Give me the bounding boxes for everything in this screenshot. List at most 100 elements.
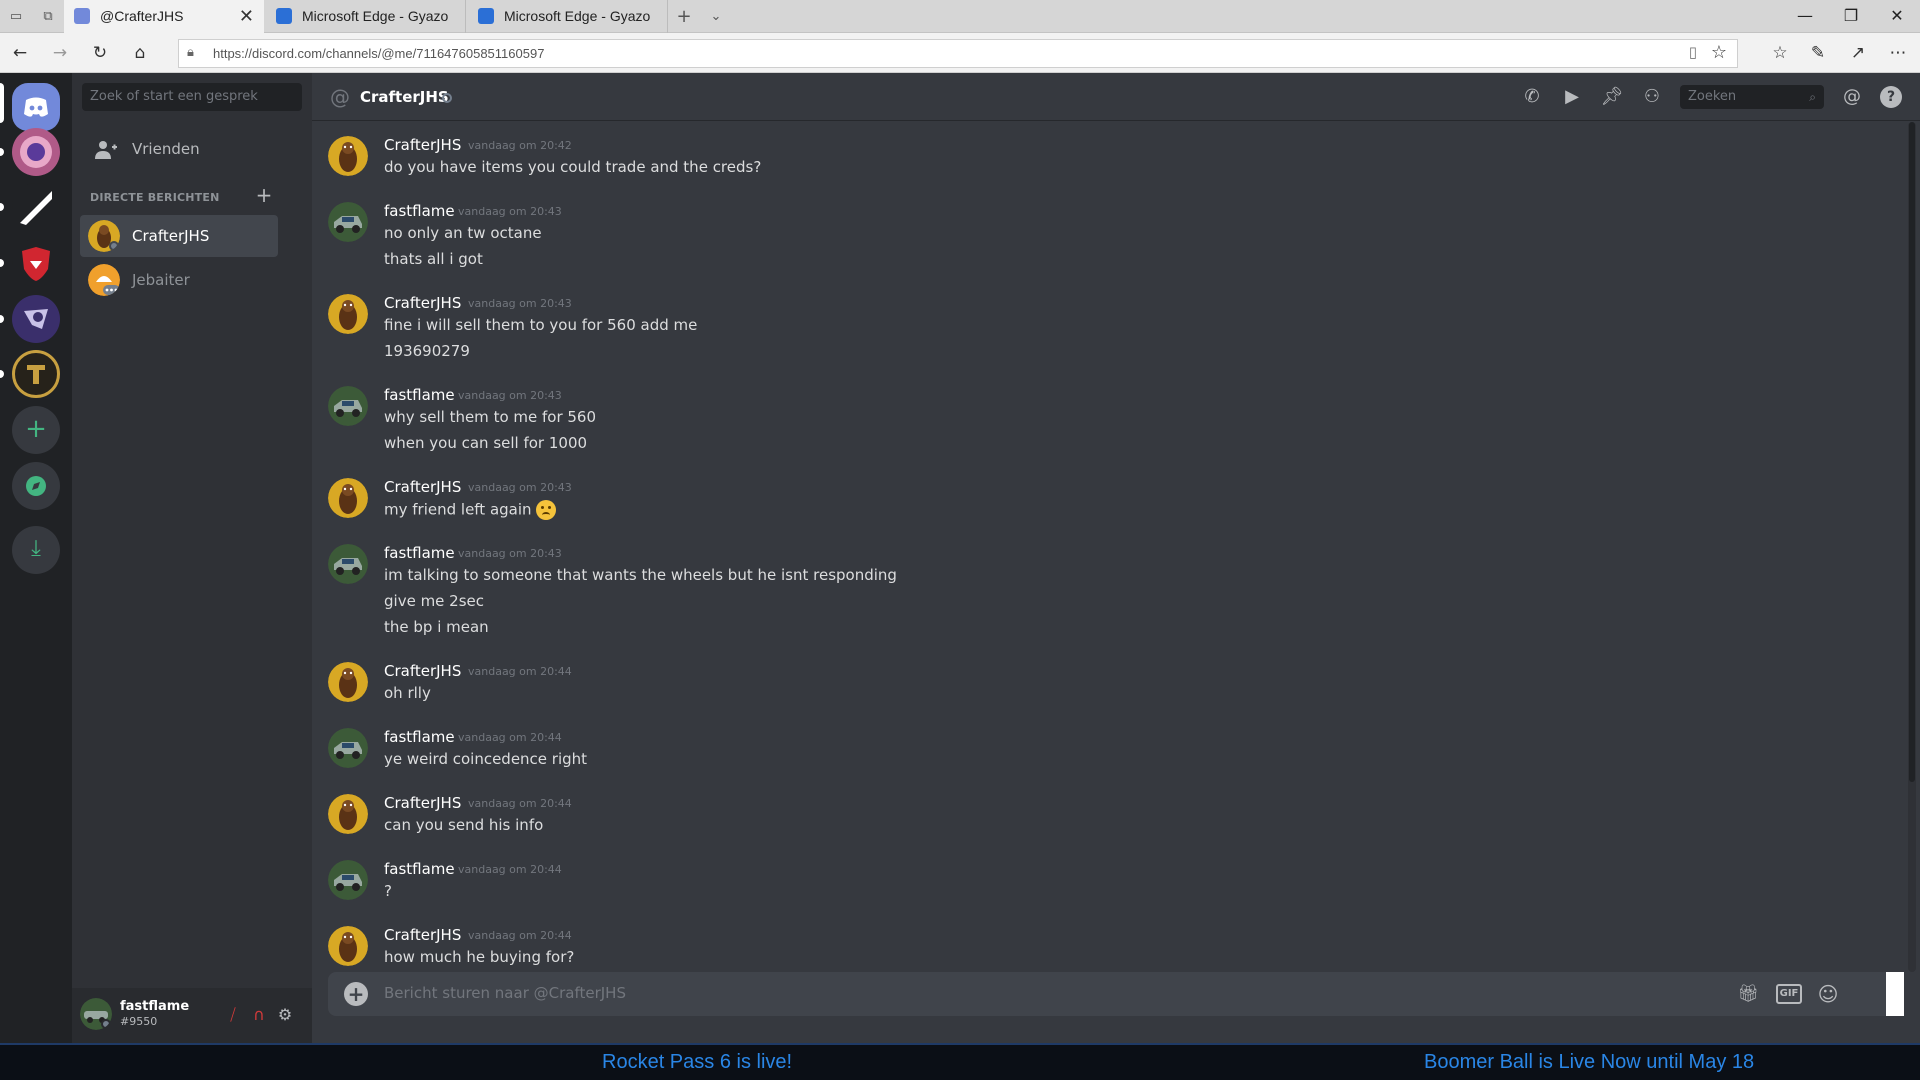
more-icon[interactable]: ⋯	[1886, 41, 1910, 65]
video-icon[interactable]: ▶	[1560, 85, 1584, 109]
message-timestamp: vandaag om 20:44	[468, 665, 572, 678]
discord-home-icon[interactable]	[12, 83, 60, 131]
tab-gyazo-1[interactable]: Microsoft Edge - Gyazo	[266, 0, 466, 33]
author-avatar[interactable]	[328, 728, 368, 768]
dm-item-crafterjhs[interactable]: CrafterJHS	[80, 215, 278, 257]
explore-icon[interactable]	[12, 462, 60, 510]
emoji-picker-icon[interactable]: ☺	[1816, 982, 1840, 1006]
author-avatar[interactable]	[328, 202, 368, 242]
pen-icon[interactable]: ✎	[1806, 41, 1830, 65]
tab-gyazo-2[interactable]: Microsoft Edge - Gyazo	[468, 0, 668, 33]
tab-aside-icon[interactable]: ⧉	[38, 7, 58, 27]
server-red-shield-icon[interactable]	[12, 239, 60, 287]
message-timestamp: vandaag om 20:43	[468, 481, 572, 494]
author-name[interactable]: fastflame	[384, 728, 455, 746]
message-timestamp: vandaag om 20:44	[468, 929, 572, 942]
dm-item-jebaiter[interactable]: Jebaiter	[80, 259, 278, 301]
composer-placeholder[interactable]: Bericht sturen naar @CrafterJHS	[384, 984, 626, 1002]
author-name[interactable]: fastflame	[384, 544, 455, 562]
dm-search-input[interactable]: Zoek of start een gesprek	[82, 83, 302, 111]
add-server-icon[interactable]: +	[12, 406, 60, 454]
favorite-icon[interactable]: ☆	[1711, 42, 1727, 63]
deafen-icon[interactable]: ∩	[248, 1004, 270, 1026]
offline-status-icon	[442, 93, 452, 103]
browser-nav-bar: ← → ↻ ⌂ 🔒︎ https://discord.com/channels/…	[0, 33, 1920, 73]
mute-mic-icon[interactable]: ⧸	[222, 1004, 244, 1026]
author-avatar[interactable]	[328, 926, 368, 966]
mention-icon[interactable]: @	[1840, 85, 1864, 109]
tab-label: @CrafterJHS	[100, 8, 184, 24]
author-avatar[interactable]	[328, 544, 368, 584]
user-name: fastflame	[120, 999, 190, 1014]
author-name[interactable]: fastflame	[384, 386, 455, 404]
close-tab-icon[interactable]: ✕	[239, 0, 254, 32]
pin-icon[interactable]: 📌︎	[1600, 85, 1624, 109]
server-gold-t-icon[interactable]	[12, 350, 60, 398]
server-white-arrow-icon[interactable]	[12, 183, 60, 231]
favorites-hub-icon[interactable]: ☆	[1768, 41, 1792, 65]
tab-preview-icon[interactable]: ▭	[6, 7, 26, 27]
channel-search-input[interactable]: Zoeken ⌕	[1680, 85, 1824, 109]
dm-sidebar: Zoek of start een gesprek Vrienden DIREC…	[72, 73, 312, 1043]
forward-icon[interactable]: →	[48, 41, 72, 65]
message-scrollbar-thumb[interactable]	[1909, 122, 1915, 782]
author-name[interactable]: fastflame	[384, 860, 455, 878]
message-text: no only an tw octane	[384, 224, 542, 242]
add-friend-icon[interactable]: ⚇	[1640, 85, 1664, 109]
tab-list-icon[interactable]: ⌄	[706, 7, 726, 27]
minimize-icon[interactable]: —	[1782, 0, 1828, 33]
message-line: how much he buying for?	[384, 948, 575, 966]
frowning-face-emoji-icon	[535, 500, 556, 520]
author-name[interactable]: CrafterJHS	[384, 794, 461, 812]
author-name[interactable]: CrafterJHS	[384, 478, 461, 496]
back-icon[interactable]: ←	[8, 41, 32, 65]
channel-title: CrafterJHS	[360, 88, 449, 106]
author-name[interactable]: CrafterJHS	[384, 662, 461, 680]
message-text: 193690279	[384, 342, 470, 360]
create-dm-icon[interactable]: +	[252, 183, 276, 207]
author-name[interactable]: CrafterJHS	[384, 294, 461, 312]
address-bar[interactable]: 🔒︎ https://discord.com/channels/@me/7116…	[178, 39, 1738, 68]
message-line: do you have items you could trade and th…	[384, 158, 762, 176]
message-text: ?	[384, 882, 392, 900]
author-avatar[interactable]	[328, 794, 368, 834]
author-avatar[interactable]	[328, 294, 368, 334]
help-icon[interactable]: ?	[1880, 86, 1902, 108]
author-avatar[interactable]	[328, 860, 368, 900]
user-panel: fastflame #9550 ⧸ ∩ ⚙	[72, 988, 312, 1043]
home-icon[interactable]: ⌂	[128, 41, 152, 65]
call-icon[interactable]: ✆	[1520, 85, 1544, 109]
refresh-icon[interactable]: ↻	[88, 41, 112, 65]
new-tab-icon[interactable]: +	[674, 7, 694, 27]
composer-scrollbar[interactable]	[1886, 972, 1904, 1016]
upload-plus-icon[interactable]: +	[344, 982, 368, 1006]
message-timestamp: vandaag om 20:43	[458, 547, 562, 560]
settings-gear-icon[interactable]: ⚙	[274, 1004, 296, 1026]
tab-crafterjhs[interactable]: @CrafterJHS ✕	[64, 0, 264, 33]
download-icon[interactable]: ⤓	[12, 526, 60, 574]
gif-button[interactable]: GIF	[1776, 984, 1802, 1004]
close-icon[interactable]: ✕	[1874, 0, 1920, 33]
message-line: give me 2sec	[384, 592, 485, 610]
author-avatar[interactable]	[328, 478, 368, 518]
server-rocket-icon[interactable]	[12, 295, 60, 343]
restore-icon[interactable]: ❐	[1828, 0, 1874, 33]
message-line: ?	[384, 882, 392, 900]
friends-button[interactable]: Vrienden	[80, 129, 304, 171]
message-text: my friend left again	[384, 500, 556, 520]
author-avatar[interactable]	[328, 136, 368, 176]
author-avatar[interactable]	[328, 662, 368, 702]
reading-view-icon[interactable]: ▯	[1689, 43, 1697, 61]
author-name[interactable]: CrafterJHS	[384, 926, 461, 944]
friends-label: Vrienden	[132, 140, 200, 158]
user-avatar[interactable]	[80, 998, 112, 1030]
author-name[interactable]: CrafterJHS	[384, 136, 461, 154]
gift-icon[interactable]: 🎁︎	[1736, 982, 1760, 1006]
author-avatar[interactable]	[328, 386, 368, 426]
url-text[interactable]: https://discord.com/channels/@me/7116476…	[213, 46, 544, 61]
author-name[interactable]: fastflame	[384, 202, 455, 220]
server-pink-icon[interactable]	[12, 128, 60, 176]
message-composer[interactable]: + Bericht sturen naar @CrafterJHS 🎁︎ GIF…	[328, 972, 1896, 1016]
share-icon[interactable]: ↗	[1846, 41, 1870, 65]
message-line: im talking to someone that wants the whe…	[384, 566, 897, 584]
